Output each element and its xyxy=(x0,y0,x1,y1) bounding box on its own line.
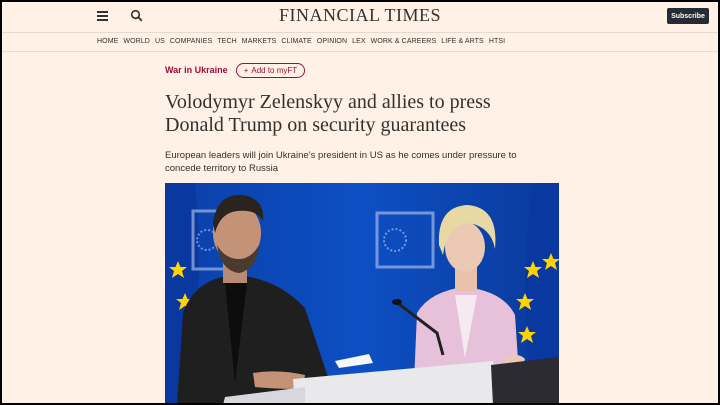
standfirst-line: European leaders will join Ukraine’s pre… xyxy=(165,150,517,161)
nav-item-lex[interactable]: LEX xyxy=(352,38,366,45)
nav-list: HOME WORLD US COMPANIES TECH MARKETS CLIMATE OP… xyxy=(97,38,505,45)
menu-button[interactable] xyxy=(96,9,110,23)
search-icon xyxy=(130,9,143,22)
article-photo xyxy=(165,183,559,403)
ft-article-page: FINANCIAL TIMES Subscribe HOME WORLD US COM… xyxy=(2,2,718,403)
hamburger-menu-icon-bar xyxy=(97,15,108,17)
press-conference-photo xyxy=(165,183,559,403)
plus-icon: + xyxy=(243,65,249,75)
add-to-myft-label: Add to myFT xyxy=(251,65,298,75)
nav-item-world[interactable]: WORLD xyxy=(123,38,150,45)
hamburger-menu-icon xyxy=(97,11,108,13)
article-header: War in Ukraine + Add to myFT Volodymyr Ze… xyxy=(165,62,565,175)
nav-item-climate[interactable]: CLIMATE xyxy=(281,38,312,45)
nav-item-companies[interactable]: COMPANIES xyxy=(170,38,212,45)
standfirst: European leaders will join Ukraine’s pre… xyxy=(165,149,565,175)
top-bar: FINANCIAL TIMES Subscribe xyxy=(2,2,718,32)
subscribe-button[interactable]: Subscribe xyxy=(667,8,709,24)
topic-link[interactable]: War in Ukraine xyxy=(165,65,228,75)
add-to-myft-button[interactable]: + Add to myFT xyxy=(235,62,306,78)
hamburger-menu-icon-bar xyxy=(97,19,108,21)
nav-item-us[interactable]: US xyxy=(155,38,165,45)
headline: Volodymyr Zelenskyy and allies to press … xyxy=(165,91,565,137)
nav-item-opinion[interactable]: OPINION xyxy=(317,38,347,45)
nav-item-home[interactable]: HOME xyxy=(97,38,118,45)
nav-item-tech[interactable]: TECH xyxy=(217,38,236,45)
nav-item-markets[interactable]: MARKETS xyxy=(242,38,277,45)
lectern-right xyxy=(491,357,559,403)
headline-line: Donald Trump on security guarantees xyxy=(165,114,467,136)
ft-logo[interactable]: FINANCIAL TIMES xyxy=(279,5,441,25)
search-button[interactable] xyxy=(129,8,145,24)
standfirst-line: concede territory to Russia xyxy=(165,163,278,174)
nav-item-work-careers[interactable]: WORK & CAREERS xyxy=(371,38,437,45)
nav-item-htsi[interactable]: HTSI xyxy=(489,38,505,45)
section-nav: HOME WORLD US COMPANIES TECH MARKETS CLIMATE OP… xyxy=(2,32,718,52)
topic-row: War in Ukraine + Add to myFT xyxy=(165,62,565,78)
headline-line: Volodymyr Zelenskyy and allies to press xyxy=(165,91,491,113)
nav-item-life-arts[interactable]: LIFE & ARTS xyxy=(441,38,484,45)
